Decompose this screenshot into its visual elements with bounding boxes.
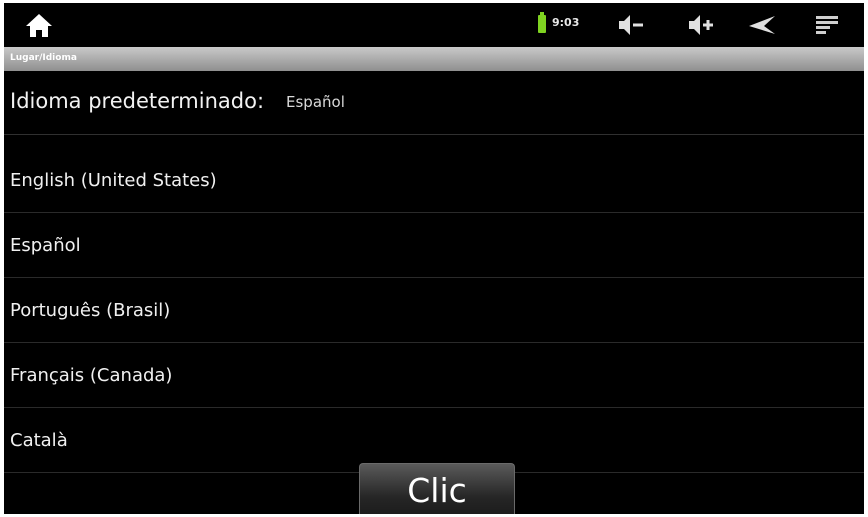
language-item-spanish[interactable]: Español (4, 213, 864, 278)
volume-down-button[interactable] (616, 12, 646, 38)
language-list: English (United States) Español Portuguê… (4, 148, 864, 473)
volume-up-button[interactable] (686, 12, 716, 38)
status-bar: 9:03 (4, 3, 864, 47)
current-language-value: Español (286, 93, 345, 111)
volume-down-icon (619, 15, 643, 35)
status-time: 9:03 (552, 16, 580, 29)
home-icon (26, 14, 52, 37)
back-button[interactable] (747, 12, 777, 38)
title-bar: Lugar/Idioma (4, 47, 864, 71)
current-language-row: Idioma predeterminado: Español (4, 71, 864, 135)
back-icon (749, 16, 775, 34)
language-item-label: Français (Canada) (10, 365, 173, 386)
battery-icon (538, 12, 546, 33)
page-title: Lugar/Idioma (10, 53, 77, 63)
menu-icon (816, 16, 838, 34)
volume-up-icon (689, 15, 713, 35)
current-language-label: Idioma predeterminado: (10, 89, 265, 113)
language-item-label: Português (Brasil) (10, 300, 171, 321)
language-item-label: Català (10, 430, 68, 451)
device-screen: 9:03 Lugar/Idioma Idioma predeterminado:… (4, 3, 864, 514)
language-item-label: English (United States) (10, 170, 217, 191)
language-item-french[interactable]: Français (Canada) (4, 343, 864, 408)
language-item-portuguese[interactable]: Português (Brasil) (4, 278, 864, 343)
menu-button[interactable] (812, 12, 842, 38)
home-button[interactable] (22, 11, 56, 39)
language-item-label: Español (10, 235, 81, 256)
language-item-english[interactable]: English (United States) (4, 148, 864, 213)
click-button[interactable]: Clic (359, 463, 515, 514)
